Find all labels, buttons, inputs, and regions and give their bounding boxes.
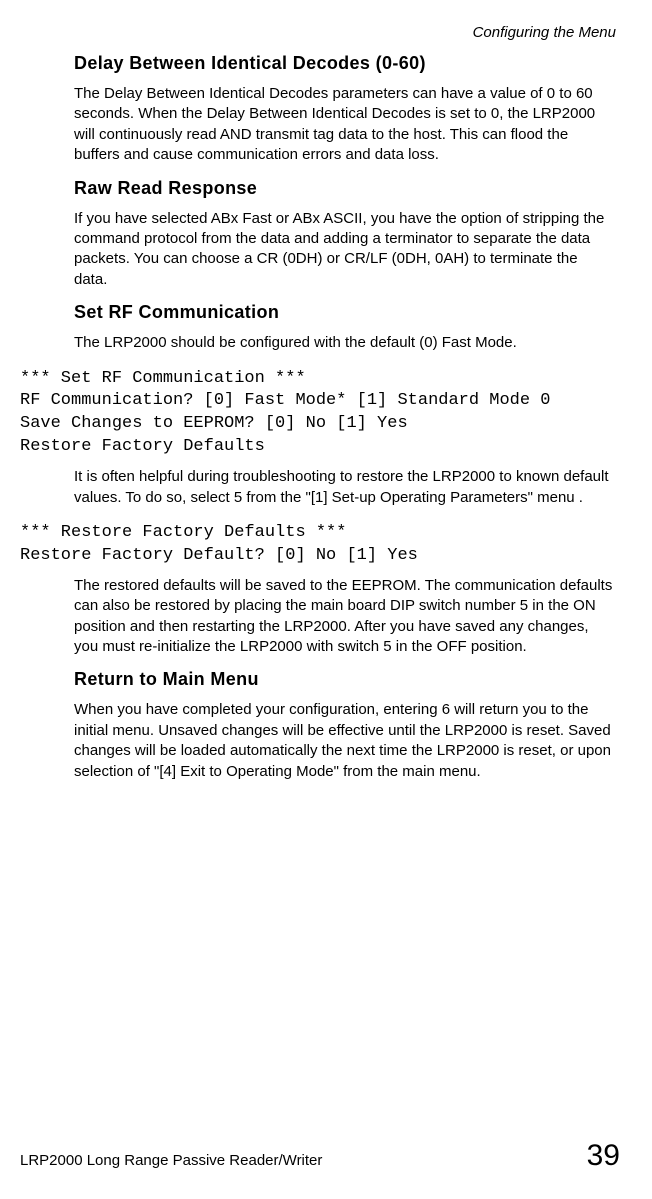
code-block-restore: *** Restore Factory Defaults *** Restore… bbox=[20, 522, 620, 568]
heading-delay: Delay Between Identical Decodes (0-60) bbox=[74, 53, 614, 74]
paragraph-delay: The Delay Between Identical Decodes para… bbox=[74, 84, 614, 166]
heading-return: Return to Main Menu bbox=[74, 669, 614, 690]
footer-product-name: LRP2000 Long Range Passive Reader/Writer bbox=[20, 1152, 322, 1169]
paragraph-set-rf-2: It is often helpful during troubleshooti… bbox=[74, 467, 614, 508]
code-block-set-rf: *** Set RF Communication *** RF Communic… bbox=[20, 368, 620, 460]
content-area-3: The restored defaults will be saved to t… bbox=[20, 576, 620, 782]
paragraph-raw-read: If you have selected ABx Fast or ABx ASC… bbox=[74, 209, 614, 291]
content-area: Delay Between Identical Decodes (0-60) T… bbox=[20, 53, 620, 354]
paragraph-restore: The restored defaults will be saved to t… bbox=[74, 576, 614, 658]
paragraph-set-rf: The LRP2000 should be configured with th… bbox=[74, 333, 614, 353]
paragraph-return: When you have completed your configurati… bbox=[74, 700, 614, 782]
footer: LRP2000 Long Range Passive Reader/Writer… bbox=[20, 1139, 620, 1173]
content-area-2: It is often helpful during troubleshooti… bbox=[20, 467, 620, 508]
heading-set-rf: Set RF Communication bbox=[74, 302, 614, 323]
heading-raw-read: Raw Read Response bbox=[74, 178, 614, 199]
header-section-label: Configuring the Menu bbox=[20, 24, 620, 41]
footer-page-number: 39 bbox=[587, 1139, 620, 1173]
